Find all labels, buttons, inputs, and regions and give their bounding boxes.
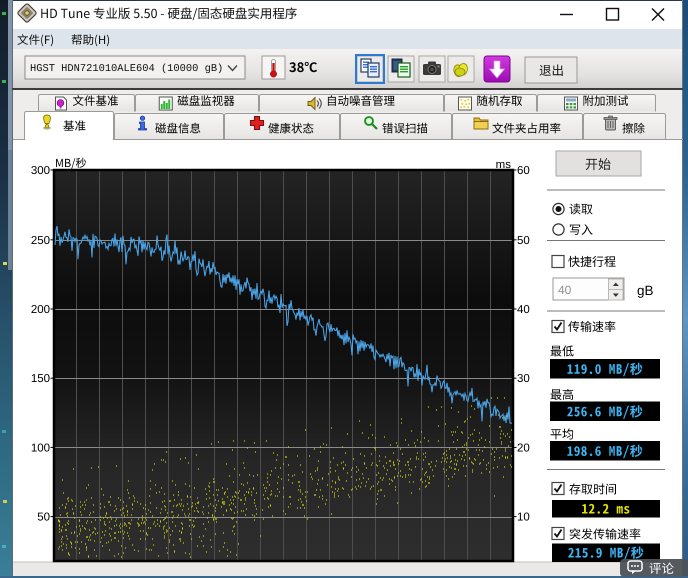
svg-text:60: 60 (517, 165, 530, 177)
svg-text:30: 30 (517, 373, 530, 385)
svg-text:40: 40 (517, 304, 530, 316)
svg-text:100: 100 (31, 442, 50, 454)
svg-text:10: 10 (517, 512, 530, 524)
svg-text:300: 300 (31, 165, 50, 177)
svg-text:50: 50 (37, 512, 50, 524)
svg-text:20: 20 (517, 442, 530, 454)
svg-text:150: 150 (31, 373, 50, 385)
svg-text:50: 50 (517, 235, 530, 247)
svg-text:200: 200 (31, 304, 50, 316)
svg-text:250: 250 (31, 235, 50, 247)
svg-text:ms: ms (496, 159, 512, 171)
svg-text:gB: gB (637, 283, 654, 298)
svg-text:40: 40 (558, 283, 572, 297)
svg-text:HGST HDN721010ALE604 (10000 gB: HGST HDN721010ALE604 (10000 gB) (30, 63, 223, 75)
